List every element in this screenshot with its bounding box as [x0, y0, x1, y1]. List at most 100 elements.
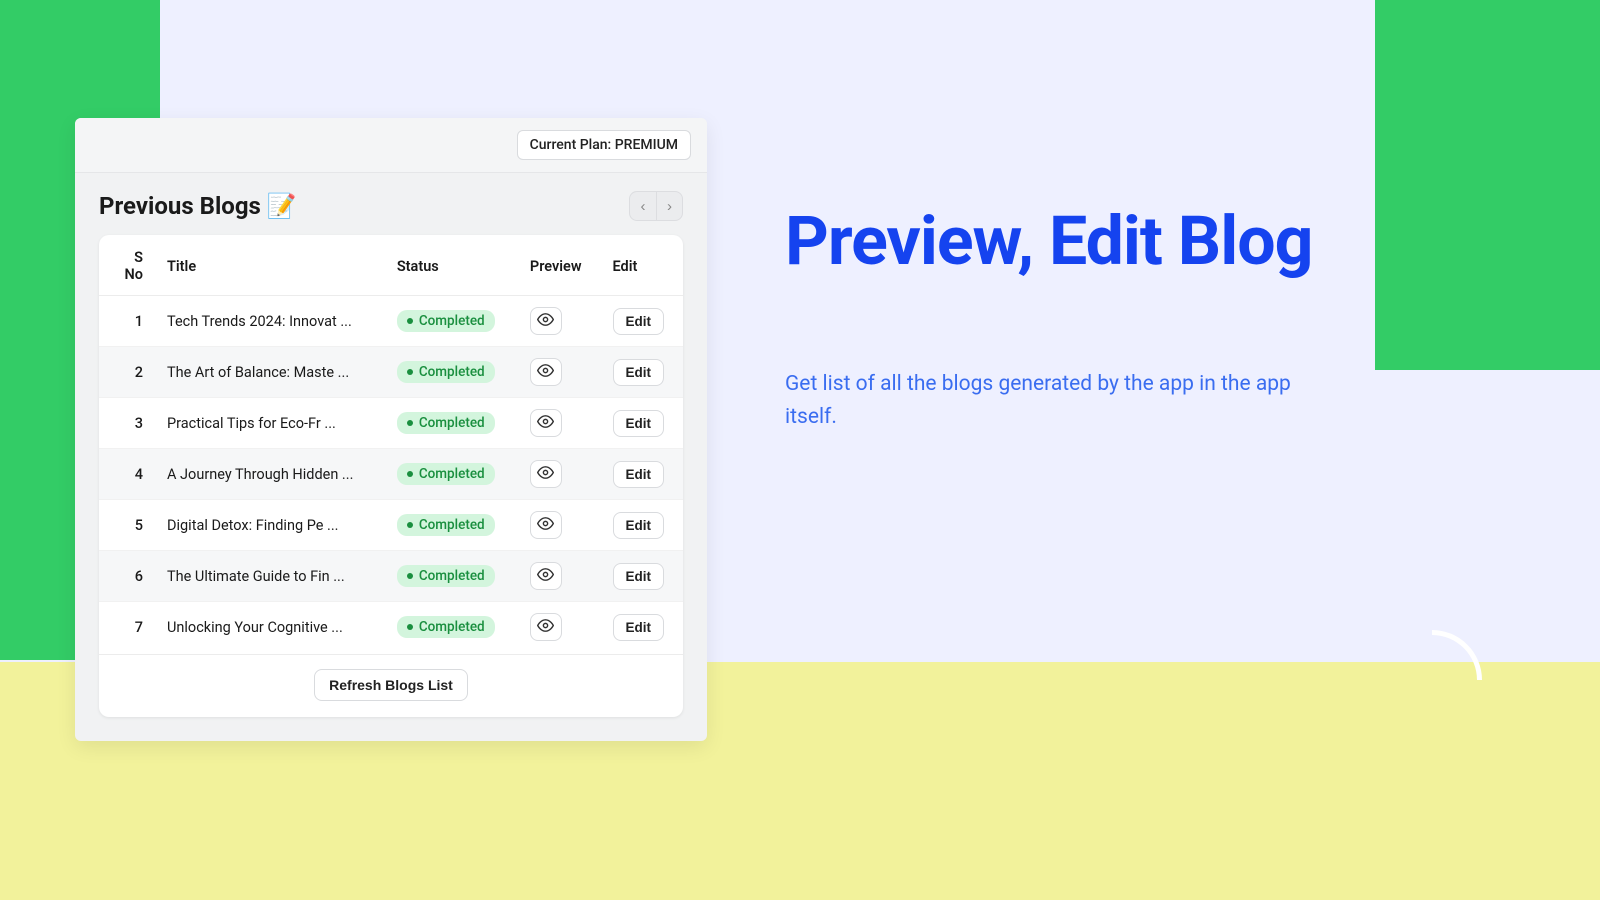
cell-sno: 1 [99, 296, 155, 347]
cell-status: Completed [385, 296, 518, 347]
status-dot-icon [407, 624, 413, 630]
cell-edit: Edit [601, 347, 684, 398]
status-badge: Completed [397, 412, 495, 434]
cell-sno: 6 [99, 551, 155, 602]
eye-icon [537, 617, 554, 637]
section-title: Previous Blogs 📝 [99, 192, 297, 220]
cell-preview [518, 602, 601, 653]
plan-bar: Current Plan: PREMIUM [75, 118, 707, 173]
status-text: Completed [419, 364, 485, 380]
edit-button[interactable]: Edit [613, 563, 665, 590]
status-dot-icon [407, 573, 413, 579]
col-status: Status [385, 235, 518, 296]
preview-button[interactable] [530, 409, 562, 437]
eye-icon [537, 413, 554, 433]
eye-icon [537, 464, 554, 484]
previous-blogs-section: Previous Blogs 📝 ‹ › S No Title Status [75, 173, 707, 741]
edit-button[interactable]: Edit [613, 308, 665, 335]
edit-button[interactable]: Edit [613, 461, 665, 488]
status-badge: Completed [397, 310, 495, 332]
cell-title: A Journey Through Hidden ... [155, 449, 385, 500]
cell-sno: 4 [99, 449, 155, 500]
memo-icon: 📝 [267, 192, 297, 220]
status-text: Completed [419, 619, 485, 635]
page-prev-button[interactable]: ‹ [630, 192, 656, 220]
status-badge: Completed [397, 361, 495, 383]
cell-edit: Edit [601, 449, 684, 500]
hero-title: Preview, Edit Blog [785, 205, 1345, 278]
cell-edit: Edit [601, 551, 684, 602]
chevron-left-icon: ‹ [641, 198, 646, 215]
cell-edit: Edit [601, 296, 684, 347]
col-sno: S No [99, 235, 155, 296]
preview-button[interactable] [530, 358, 562, 386]
status-dot-icon [407, 420, 413, 426]
cell-preview [518, 500, 601, 551]
cell-preview [518, 449, 601, 500]
cell-sno: 5 [99, 500, 155, 551]
cell-status: Completed [385, 551, 518, 602]
status-text: Completed [419, 313, 485, 329]
col-edit: Edit [601, 235, 684, 296]
table-row: 2The Art of Balance: Maste ...CompletedE… [99, 347, 683, 398]
eye-icon [537, 515, 554, 535]
eye-icon [537, 311, 554, 331]
section-title-text: Previous Blogs [99, 192, 261, 220]
app-window: Current Plan: PREMIUM Previous Blogs 📝 ‹… [75, 118, 707, 741]
status-text: Completed [419, 568, 485, 584]
cell-sno: 3 [99, 398, 155, 449]
status-badge: Completed [397, 514, 495, 536]
preview-button[interactable] [530, 307, 562, 335]
cell-status: Completed [385, 347, 518, 398]
table-row: 4A Journey Through Hidden ... Completed Ed… [99, 449, 683, 500]
table-row: 6The Ultimate Guide to Fin ...CompletedE… [99, 551, 683, 602]
cell-preview [518, 398, 601, 449]
table-row: 1Tech Trends 2024: Innovat ... Completed E… [99, 296, 683, 347]
preview-button[interactable] [530, 613, 562, 641]
cell-status: Completed [385, 602, 518, 653]
table-row: 7Unlocking Your Cognitive ... Completed Ed… [99, 602, 683, 653]
cell-edit: Edit [601, 398, 684, 449]
cell-title: Tech Trends 2024: Innovat ... [155, 296, 385, 347]
cell-status: Completed [385, 500, 518, 551]
status-text: Completed [419, 517, 485, 533]
cell-status: Completed [385, 449, 518, 500]
edit-button[interactable]: Edit [613, 359, 665, 386]
status-badge: Completed [397, 565, 495, 587]
refresh-blogs-button[interactable]: Refresh Blogs List [314, 669, 468, 701]
table-row: 5Digital Detox: Finding Pe ... Completed E… [99, 500, 683, 551]
cell-title: The Art of Balance: Maste ... [155, 347, 385, 398]
page-next-button[interactable]: › [656, 192, 682, 220]
col-title: Title [155, 235, 385, 296]
refresh-row: Refresh Blogs List [99, 654, 683, 701]
cell-edit: Edit [601, 602, 684, 653]
cell-preview [518, 551, 601, 602]
preview-button[interactable] [530, 562, 562, 590]
pager: ‹ › [629, 191, 683, 221]
status-badge: Completed [397, 616, 495, 638]
plan-badge[interactable]: Current Plan: PREMIUM [517, 130, 691, 160]
status-dot-icon [407, 369, 413, 375]
section-header: Previous Blogs 📝 ‹ › [99, 191, 683, 221]
cell-title: Practical Tips for Eco-Fr ... [155, 398, 385, 449]
blogs-card: S No Title Status Preview Edit 1Tech Tre… [99, 235, 683, 717]
decor-green-right [1375, 0, 1600, 370]
edit-button[interactable]: Edit [613, 614, 665, 641]
preview-button[interactable] [530, 460, 562, 488]
status-dot-icon [407, 471, 413, 477]
preview-button[interactable] [530, 511, 562, 539]
edit-button[interactable]: Edit [613, 410, 665, 437]
cell-preview [518, 296, 601, 347]
status-badge: Completed [397, 463, 495, 485]
table-row: 3Practical Tips for Eco-Fr ... Completed E… [99, 398, 683, 449]
cell-sno: 7 [99, 602, 155, 653]
cell-title: Unlocking Your Cognitive ... [155, 602, 385, 653]
status-text: Completed [419, 466, 485, 482]
status-dot-icon [407, 318, 413, 324]
edit-button[interactable]: Edit [613, 512, 665, 539]
status-dot-icon [407, 522, 413, 528]
cell-preview [518, 347, 601, 398]
eye-icon [537, 566, 554, 586]
cell-status: Completed [385, 398, 518, 449]
cell-title: Digital Detox: Finding Pe ... [155, 500, 385, 551]
